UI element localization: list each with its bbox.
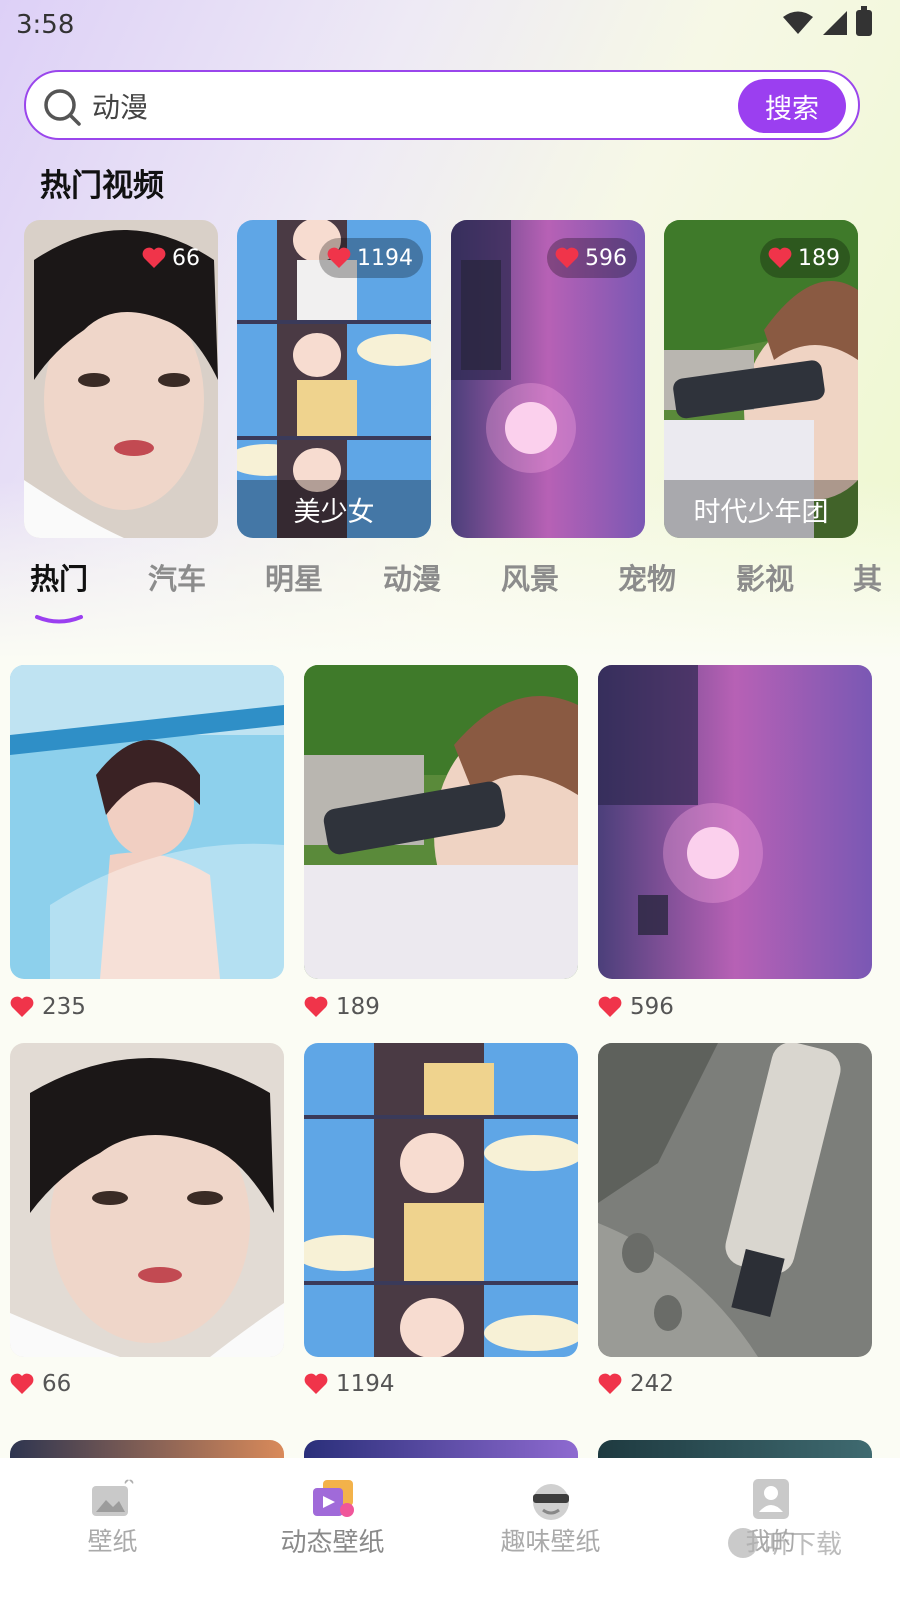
wallpaper-card[interactable] xyxy=(304,1043,578,1357)
heart-icon xyxy=(304,996,328,1017)
likes: 1194 xyxy=(304,1371,395,1397)
hot-video-card[interactable]: 1194 美少女 xyxy=(237,220,431,538)
search-input[interactable] xyxy=(92,84,732,128)
wallpaper-card[interactable] xyxy=(10,1043,284,1357)
fun-wallpaper-icon xyxy=(532,1484,569,1520)
battery-icon xyxy=(856,6,872,36)
nav-item-wallpaper[interactable]: 壁纸 xyxy=(0,1458,225,1600)
tab-stars[interactable]: 明星 xyxy=(265,556,323,598)
nav-item-live-wallpaper[interactable]: 动态壁纸 xyxy=(220,1458,445,1600)
likes-badge: 66 xyxy=(134,238,210,278)
active-tab-indicator xyxy=(35,615,83,624)
tab-cars[interactable]: 汽车 xyxy=(148,556,206,598)
search-button[interactable]: 搜索 xyxy=(738,79,846,133)
tab-other[interactable]: 其 xyxy=(853,556,882,598)
hot-video-caption: 时代少年团 xyxy=(664,480,858,538)
nav-label: 动态壁纸 xyxy=(280,1528,385,1558)
live-wallpaper-icon xyxy=(312,1480,354,1517)
hot-video-card[interactable]: 596 xyxy=(451,220,645,538)
heart-icon xyxy=(10,1373,34,1394)
likes-count: 66 xyxy=(172,245,200,271)
thumbnail-anime-girl xyxy=(304,1043,578,1357)
likes-badge: 1194 xyxy=(319,238,423,278)
likes-count: 66 xyxy=(42,1371,72,1397)
likes: 66 xyxy=(10,1371,71,1397)
wallpaper-card[interactable] xyxy=(304,665,578,979)
watermark-logo-icon xyxy=(728,1527,758,1558)
heart-icon xyxy=(304,1373,328,1394)
tab-pets[interactable]: 宠物 xyxy=(618,556,676,598)
search-bar[interactable]: 搜索 xyxy=(24,70,860,140)
heart-icon xyxy=(598,1373,622,1394)
likes: 189 xyxy=(304,994,380,1020)
wifi-icon xyxy=(783,11,813,34)
thumbnail-short-hair-girl xyxy=(10,1043,284,1357)
wallpaper-card[interactable] xyxy=(598,1043,872,1357)
likes: 235 xyxy=(10,994,86,1020)
hot-videos-title: 热门视频 xyxy=(40,168,164,204)
category-tabs: 热门 汽车 明星 动漫 风景 宠物 影视 其 xyxy=(0,556,900,626)
watermark: 听下载 xyxy=(728,1524,842,1561)
nav-label: 趣味壁纸 xyxy=(500,1527,601,1556)
tab-hot[interactable]: 热门 xyxy=(30,556,88,598)
hot-video-card[interactable]: 66 xyxy=(24,220,218,538)
heart-icon xyxy=(598,996,622,1017)
signal-icon xyxy=(823,11,847,35)
nav-label: 壁纸 xyxy=(87,1527,138,1556)
likes-count: 189 xyxy=(798,245,840,271)
likes-count: 189 xyxy=(336,994,380,1020)
heart-icon xyxy=(555,247,579,268)
tab-movies[interactable]: 影视 xyxy=(736,556,794,598)
tab-scenery[interactable]: 风景 xyxy=(501,556,559,598)
search-icon xyxy=(44,89,81,126)
hot-video-caption: 美少女 xyxy=(237,480,431,538)
likes-badge: 596 xyxy=(547,238,637,278)
likes-count: 242 xyxy=(630,1371,674,1397)
status-time: 3:58 xyxy=(16,10,75,40)
status-icons xyxy=(782,6,872,36)
wallpaper-card[interactable] xyxy=(598,665,872,979)
likes-count: 1194 xyxy=(357,245,413,271)
wallpaper-card[interactable] xyxy=(10,665,284,979)
thumbnail-pool-girl xyxy=(10,665,284,979)
watermark-text: 听下载 xyxy=(764,1530,843,1560)
thumbnail-anime-ruins xyxy=(598,1043,872,1357)
heart-icon xyxy=(10,996,34,1017)
status-bar: 3:58 xyxy=(0,0,900,50)
heart-icon xyxy=(768,247,792,268)
heart-icon xyxy=(142,247,166,268)
likes-count: 1194 xyxy=(336,1371,395,1397)
likes-count: 596 xyxy=(585,245,627,271)
likes: 596 xyxy=(598,994,674,1020)
thumbnail-anime-sunset xyxy=(598,665,872,979)
wallpaper-icon xyxy=(91,1479,133,1516)
tab-anime[interactable]: 动漫 xyxy=(383,556,441,598)
nav-item-fun-wallpaper[interactable]: 趣味壁纸 xyxy=(438,1458,663,1600)
heart-icon xyxy=(327,247,351,268)
likes-count: 235 xyxy=(42,994,86,1020)
profile-icon xyxy=(752,1479,789,1519)
thumbnail-boy-camera xyxy=(304,665,578,979)
likes-count: 596 xyxy=(630,994,674,1020)
hot-video-card[interactable]: 189 时代少年团 xyxy=(664,220,858,538)
likes: 242 xyxy=(598,1371,674,1397)
likes-badge: 189 xyxy=(760,238,850,278)
